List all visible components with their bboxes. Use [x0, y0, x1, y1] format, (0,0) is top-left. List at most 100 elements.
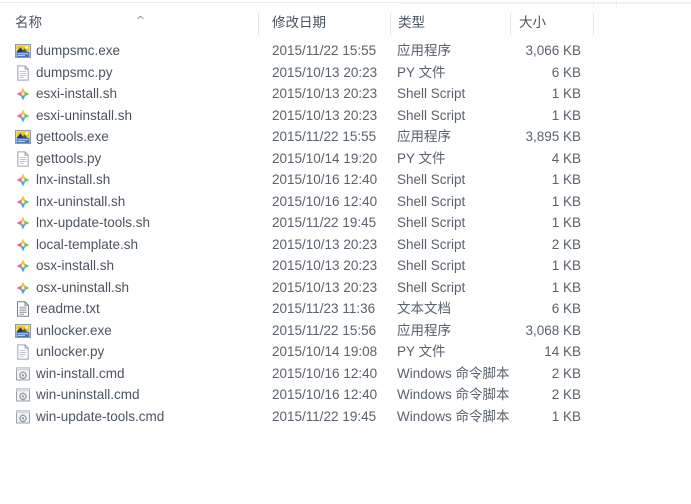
file-row[interactable]: esxi-uninstall.sh 2015/10/13 20:23 Shell S…: [0, 105, 691, 127]
command-script-icon: [15, 387, 31, 403]
file-row[interactable]: osx-uninstall.sh 2015/10/13 20:23 Shell Sc…: [0, 277, 691, 299]
shell-script-icon: [15, 280, 31, 296]
column-separator-3[interactable]: [510, 13, 511, 35]
file-size: 1 KB: [551, 86, 581, 101]
file-name: lnx-update-tools.sh: [36, 215, 151, 230]
column-separator-4[interactable]: [593, 13, 594, 35]
file-size: 6 KB: [551, 301, 581, 316]
file-date-modified: 2015/11/22 15:55: [272, 43, 377, 58]
file-date-modified: 2015/10/13 20:23: [272, 86, 378, 101]
file-type: Shell Script: [397, 236, 466, 252]
file-name: gettools.exe: [36, 129, 109, 144]
file-type: 文本文档: [397, 301, 451, 316]
python-file-icon: [15, 150, 31, 167]
file-row[interactable]: esxi-install.sh 2015/10/13 20:23 Shell Scr…: [0, 83, 691, 105]
shell-script-icon: [15, 172, 31, 188]
text-document-icon: [15, 301, 31, 317]
column-separator-1[interactable]: [258, 13, 259, 35]
shell-script-icon: [15, 86, 31, 102]
file-row[interactable]: gettools.py 2015/10/14 19:20 PY 文件 4 KB: [0, 148, 691, 170]
file-size: 1 KB: [551, 279, 581, 295]
file-date-modified: 2015/11/22 15:55: [272, 129, 377, 144]
file-size: 1 KB: [551, 193, 581, 209]
file-size: 3,068 KB: [525, 322, 581, 338]
column-header-type[interactable]: 类型: [398, 8, 498, 38]
file-type: Windows 命令脚本: [397, 387, 509, 402]
application-exe-icon: [15, 43, 31, 59]
column-separator-2[interactable]: [390, 13, 391, 35]
file-type: PY 文件: [397, 344, 446, 359]
sort-ascending-icon[interactable]: ^: [134, 15, 147, 26]
file-date-modified: 2015/10/13 20:23: [272, 64, 378, 80]
file-date-modified: 2015/11/22 15:56: [272, 322, 377, 338]
file-size: 4 KB: [551, 150, 581, 166]
file-type: Shell Script: [397, 193, 466, 209]
file-date-modified: 2015/11/22 19:45: [272, 408, 377, 424]
file-row[interactable]: gettools.exe 2015/11/22 15:55 应用程序 3,895 KB: [0, 126, 691, 148]
file-type: Shell Script: [397, 258, 466, 273]
file-type: 应用程序: [397, 322, 451, 338]
file-type: Windows 命令脚本: [397, 365, 509, 381]
file-name: win-update-tools.cmd: [36, 408, 165, 424]
file-name: osx-uninstall.sh: [36, 279, 130, 295]
file-date-modified: 2015/11/22 19:45: [272, 215, 377, 230]
file-type: Windows 命令脚本: [397, 408, 509, 424]
file-size: 3,895 KB: [525, 129, 581, 144]
file-row[interactable]: win-install.cmd 2015/10/16 12:40 Windows 命…: [0, 363, 691, 385]
file-name: dumpsmc.py: [36, 64, 113, 80]
file-date-modified: 2015/10/14 19:20: [272, 150, 378, 166]
file-row[interactable]: lnx-uninstall.sh 2015/10/16 12:40 Shell Sc…: [0, 191, 691, 213]
file-row[interactable]: win-uninstall.cmd 2015/10/16 12:40 Windows…: [0, 384, 691, 406]
file-size: 1 KB: [551, 215, 581, 230]
python-file-icon: [15, 344, 31, 360]
column-header-size[interactable]: 大小: [519, 8, 584, 38]
file-date-modified: 2015/10/16 12:40: [272, 365, 378, 381]
shell-script-icon: [15, 258, 31, 274]
file-row[interactable]: unlocker.exe 2015/11/22 15:56 应用程序 3,068 KB: [0, 320, 691, 342]
file-row[interactable]: dumpsmc.exe 2015/11/22 15:55 应用程序 3,066 KB: [0, 40, 691, 62]
command-script-icon: [15, 366, 31, 382]
file-type: PY 文件: [397, 64, 446, 80]
file-type: 应用程序: [397, 129, 451, 144]
file-type: Shell Script: [397, 172, 466, 187]
file-size: 6 KB: [551, 64, 581, 80]
file-row[interactable]: lnx-update-tools.sh 2015/11/22 19:45 Shell…: [0, 212, 691, 234]
file-row[interactable]: lnx-install.sh 2015/10/16 12:40 Shell Scri…: [0, 169, 691, 191]
file-date-modified: 2015/10/16 12:40: [272, 193, 378, 209]
file-row[interactable]: dumpsmc.py 2015/10/13 20:23 PY 文件 6 KB: [0, 62, 691, 84]
file-date-modified: 2015/10/16 12:40: [272, 172, 378, 187]
file-name: esxi-uninstall.sh: [36, 107, 133, 123]
file-size: 1 KB: [551, 107, 581, 123]
file-name: win-uninstall.cmd: [36, 387, 140, 402]
file-name: esxi-install.sh: [36, 86, 118, 101]
window-top-border-2: [400, 3, 691, 4]
file-name: local-template.sh: [36, 236, 139, 252]
file-date-modified: 2015/10/14 19:08: [272, 344, 378, 359]
shell-script-icon: [15, 108, 31, 124]
file-size: 2 KB: [551, 236, 581, 252]
column-header-name[interactable]: 名称: [15, 8, 130, 38]
file-type: Shell Script: [397, 279, 466, 295]
file-list[interactable]: dumpsmc.exe 2015/11/22 15:55 应用程序 3,066 KB d…: [0, 40, 691, 504]
shell-script-icon: [15, 194, 31, 210]
file-size: 1 KB: [551, 258, 581, 273]
file-name: unlocker.exe: [36, 322, 112, 338]
python-file-icon: [15, 64, 31, 81]
file-name: lnx-uninstall.sh: [36, 193, 126, 209]
application-exe-icon: [15, 323, 31, 339]
file-row[interactable]: unlocker.py 2015/10/14 19:08 PY 文件 14 KB: [0, 341, 691, 363]
file-row[interactable]: osx-install.sh 2015/10/13 20:23 Shell Scri…: [0, 255, 691, 277]
file-name: lnx-install.sh: [36, 172, 111, 187]
shell-script-icon: [15, 215, 31, 231]
column-header-date-modified[interactable]: 修改日期: [272, 8, 382, 38]
file-date-modified: 2015/10/13 20:23: [272, 236, 378, 252]
file-type: Shell Script: [397, 107, 466, 123]
file-name: win-install.cmd: [36, 365, 125, 381]
file-row[interactable]: local-template.sh 2015/10/13 20:23 Shell S…: [0, 234, 691, 256]
shell-script-icon: [15, 237, 31, 253]
file-type: Shell Script: [397, 86, 466, 101]
file-date-modified: 2015/10/16 12:40: [272, 387, 378, 402]
file-name: dumpsmc.exe: [36, 43, 121, 58]
file-row[interactable]: win-update-tools.cmd 2015/11/22 19:45 Wind…: [0, 406, 691, 428]
file-row[interactable]: readme.txt 2015/11/23 11:36 文本文档 6 KB: [0, 298, 691, 320]
